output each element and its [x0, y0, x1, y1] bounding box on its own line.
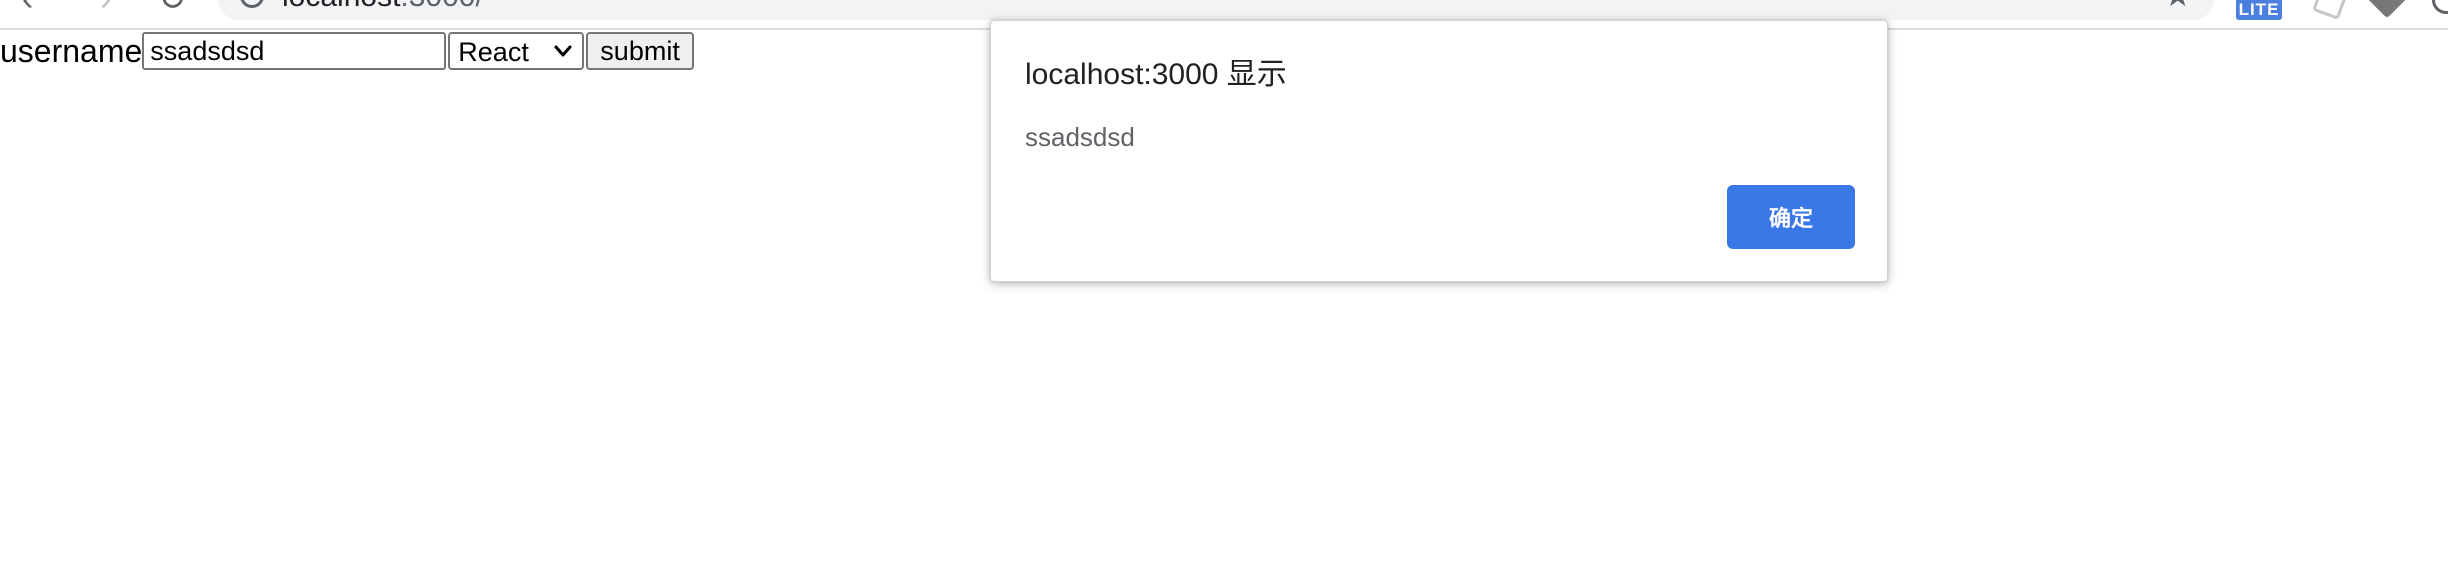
chevron-down-icon	[554, 45, 572, 57]
extension-cube-icon[interactable]	[2365, 0, 2409, 19]
forward-icon[interactable]: ›	[100, 0, 111, 16]
alert-message: ssadsdsd	[1025, 122, 1135, 152]
alert-ok-button[interactable]: 确定	[1727, 185, 1855, 249]
reload-icon[interactable]: ↻	[158, 0, 187, 16]
bookmark-star-icon[interactable]: ★	[2163, 0, 2192, 12]
alert-title: localhost:3000 显示	[1025, 58, 1287, 91]
back-icon[interactable]: ‹	[22, 0, 33, 16]
username-label: username	[0, 33, 143, 69]
alert-dialog: localhost:3000 显示 ssadsdsd 确定	[990, 20, 1888, 282]
profile-icon[interactable]	[2432, 0, 2448, 14]
submit-button[interactable]: submit	[586, 32, 694, 70]
address-bar[interactable]: localhost:3000/ ★	[218, 0, 2214, 20]
lite-badge[interactable]: LITE	[2236, 0, 2282, 20]
framework-select[interactable]: React	[448, 32, 585, 70]
site-info-icon[interactable]	[240, 0, 264, 8]
username-input[interactable]	[142, 32, 447, 70]
url-path: :3000/	[400, 0, 483, 13]
username-form: username React submit	[0, 30, 694, 72]
address-bar-url: localhost:3000/	[282, 0, 484, 14]
url-host: localhost	[282, 0, 400, 13]
extension-icon[interactable]	[2312, 0, 2348, 20]
framework-select-value: React	[458, 37, 529, 67]
